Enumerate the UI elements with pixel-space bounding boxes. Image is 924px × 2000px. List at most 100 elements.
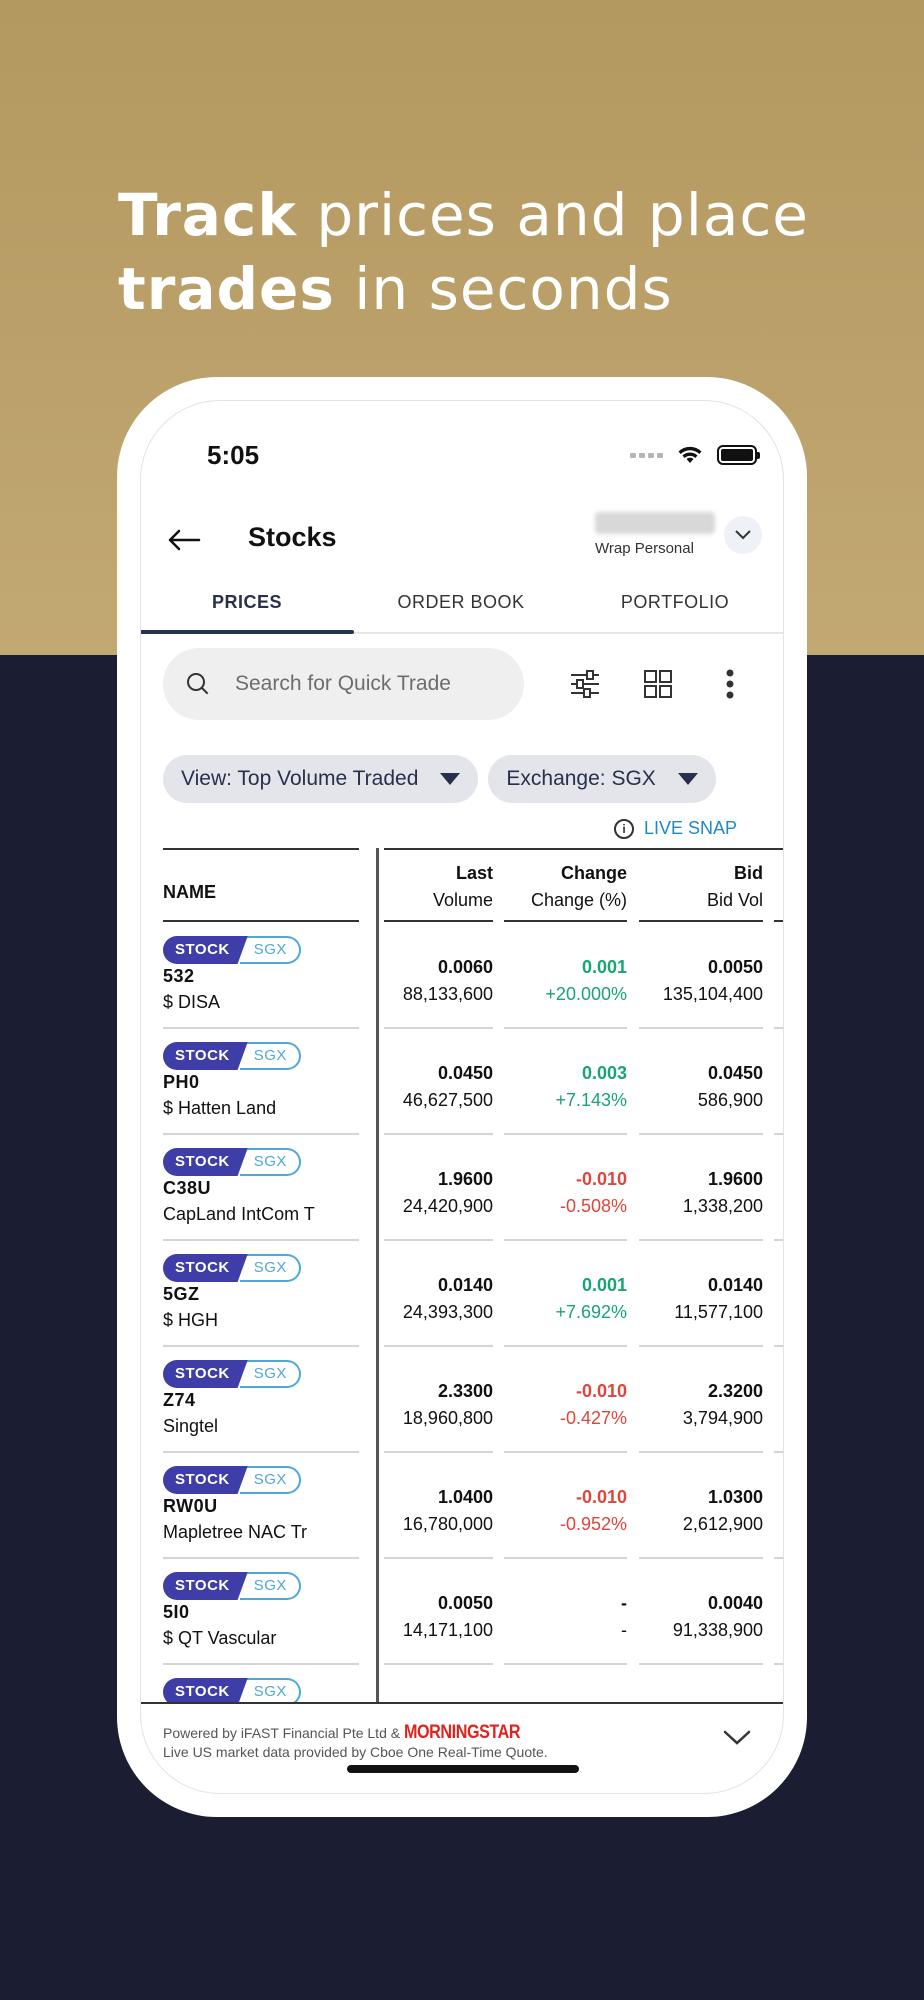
bid-price: 0.0140 [707, 1275, 763, 1295]
last-price: 0.0450 [437, 1063, 493, 1083]
tab-portfolio[interactable]: PORTFOLIO [568, 570, 782, 632]
header-bottom-line [504, 920, 627, 922]
footer-expand-button[interactable] [722, 1722, 752, 1752]
change-percent: - [621, 1620, 627, 1640]
change-cell: -- [504, 1590, 627, 1644]
column-header-bid[interactable]: Bid Bid Vol [639, 860, 763, 914]
table-row[interactable]: STOCK SGX PH0 $ Hatten Land 0.0450 46,627,500… [140, 1030, 784, 1136]
column-header-last[interactable]: Last Volume [384, 860, 493, 914]
volume: 46,627,500 [402, 1090, 493, 1110]
sliders-icon [571, 670, 599, 698]
live-snap-link[interactable]: i LIVE SNAP [614, 818, 737, 839]
change-percent: +7.143% [555, 1090, 627, 1110]
stock-symbol: Z74 [163, 1390, 196, 1410]
account-dropdown-button[interactable] [724, 516, 762, 554]
account-type: Wrap Personal [595, 540, 694, 557]
last-price: 0.0060 [437, 957, 493, 977]
bid-cell: 0.0040 91,338,900 [639, 1590, 763, 1644]
last-price: 0.0050 [437, 1593, 493, 1613]
table-row[interactable]: STOCK SGX C38U CapLand IntCom T 1.9600 24,420… [140, 1136, 784, 1242]
bid-volume: 3,794,900 [682, 1408, 763, 1428]
change-cell: 0.001 +7.692% [504, 1272, 627, 1326]
volume: 18,960,800 [402, 1408, 493, 1428]
instrument-badge: STOCK SGX [163, 1360, 301, 1388]
header-bottom-line [774, 920, 784, 922]
row-divider [384, 1133, 493, 1135]
row-divider [504, 1133, 627, 1135]
chevron-down-icon [735, 530, 751, 540]
volume: 16,780,000 [402, 1514, 493, 1534]
instrument-badge: STOCK SGX [163, 1254, 301, 1282]
stock-symbol: 532 [163, 966, 195, 986]
tab-order-book[interactable]: ORDER BOOK [354, 570, 568, 632]
home-indicator[interactable] [347, 1765, 579, 1773]
bid-cell: 0.0450 586,900 [639, 1060, 763, 1114]
header-bottom-line [639, 920, 763, 922]
type-badge: STOCK [163, 1360, 248, 1388]
tab-prices[interactable]: PRICES [140, 570, 354, 634]
row-divider [504, 1451, 627, 1453]
powered-by-text: Powered by iFAST Financial Pte Ltd & [163, 1725, 401, 1741]
header-bid-vol: Bid Vol [706, 890, 763, 910]
bid-price: 1.0300 [707, 1487, 763, 1507]
bid-volume: 1,338,200 [682, 1196, 763, 1216]
header-bid: Bid [734, 863, 763, 883]
grid-view-button[interactable] [636, 662, 680, 706]
last-price: 1.9600 [437, 1169, 493, 1189]
exchange-filter-dropdown[interactable]: Exchange: SGX [488, 755, 716, 803]
wifi-icon [678, 446, 702, 463]
bid-price: 0.0040 [707, 1593, 763, 1613]
exchange-badge: SGX [239, 1042, 301, 1070]
row-divider [774, 1557, 784, 1559]
column-header-change[interactable]: Change Change (%) [504, 860, 627, 914]
type-badge: STOCK [163, 1148, 248, 1176]
table-row[interactable]: STOCK SGX 5GZ $ HGH 0.0140 24,393,300 0.001 +7.… [140, 1242, 784, 1348]
type-badge: STOCK [163, 1254, 248, 1282]
back-arrow-icon[interactable] [162, 518, 206, 562]
row-divider [774, 1239, 784, 1241]
view-filter-dropdown[interactable]: View: Top Volume Traded [163, 755, 479, 803]
exchange-badge: SGX [239, 1254, 301, 1282]
bid-volume: 91,338,900 [672, 1620, 763, 1640]
row-divider [384, 1451, 493, 1453]
filter-button[interactable] [563, 662, 607, 706]
search-input[interactable] [235, 672, 495, 696]
column-header-name[interactable]: NAME [163, 882, 216, 903]
instrument-badge: STOCK SGX [163, 936, 301, 964]
header-bottom-line [384, 920, 493, 922]
powered-by: Powered by iFAST Financial Pte Ltd & MOR… [163, 1722, 541, 1744]
stock-symbol: PH0 [163, 1072, 200, 1092]
instrument-badge: STOCK SGX [163, 1042, 301, 1070]
row-divider [639, 1345, 763, 1347]
table-row[interactable]: STOCK SGX 532 $ DISA 0.0060 88,133,600 0.001 +2… [140, 924, 784, 1030]
type-badge: STOCK [163, 1042, 248, 1070]
change-value: -0.010 [575, 1169, 627, 1189]
table-row[interactable]: STOCK SGX Z74 Singtel 2.3300 18,960,800 -0.010… [140, 1348, 784, 1454]
signal-icon [630, 452, 663, 458]
header-volume: Volume [432, 890, 493, 910]
change-percent: -0.508% [559, 1196, 627, 1216]
search-bar[interactable] [163, 648, 524, 720]
bid-cell: 0.0140 11,577,100 [639, 1272, 763, 1326]
more-options-button[interactable] [708, 662, 752, 706]
volume: 24,393,300 [402, 1302, 493, 1322]
exchange-filter-label: Exchange: SGX [506, 767, 656, 790]
change-cell: -0.010 -0.952% [504, 1484, 627, 1538]
last-cell: 0.0140 24,393,300 [384, 1272, 493, 1326]
header-top-line [163, 848, 359, 850]
change-percent: -0.427% [559, 1408, 627, 1428]
phone-frame: 5:05 Stocks Wrap Personal PRICES ORDER B… [117, 377, 807, 1817]
row-divider [774, 1133, 784, 1135]
table-row[interactable]: STOCK SGX [140, 1666, 784, 1702]
bid-cell: 1.0300 2,612,900 [639, 1484, 763, 1538]
change-value: -0.010 [575, 1381, 627, 1401]
headline-bold-1: Track [118, 181, 297, 249]
account-id-blurred [595, 512, 715, 534]
bid-price: 0.0450 [707, 1063, 763, 1083]
table-row[interactable]: STOCK SGX RW0U Mapletree NAC Tr 1.0400 16,780… [140, 1454, 784, 1560]
table-row[interactable]: STOCK SGX 5I0 $ QT Vascular 0.0050 14,171,100… [140, 1560, 784, 1666]
caret-down-icon [677, 773, 698, 785]
row-divider [384, 1239, 493, 1241]
row-divider [639, 1663, 763, 1665]
instrument-badge: STOCK SGX [163, 1466, 301, 1494]
